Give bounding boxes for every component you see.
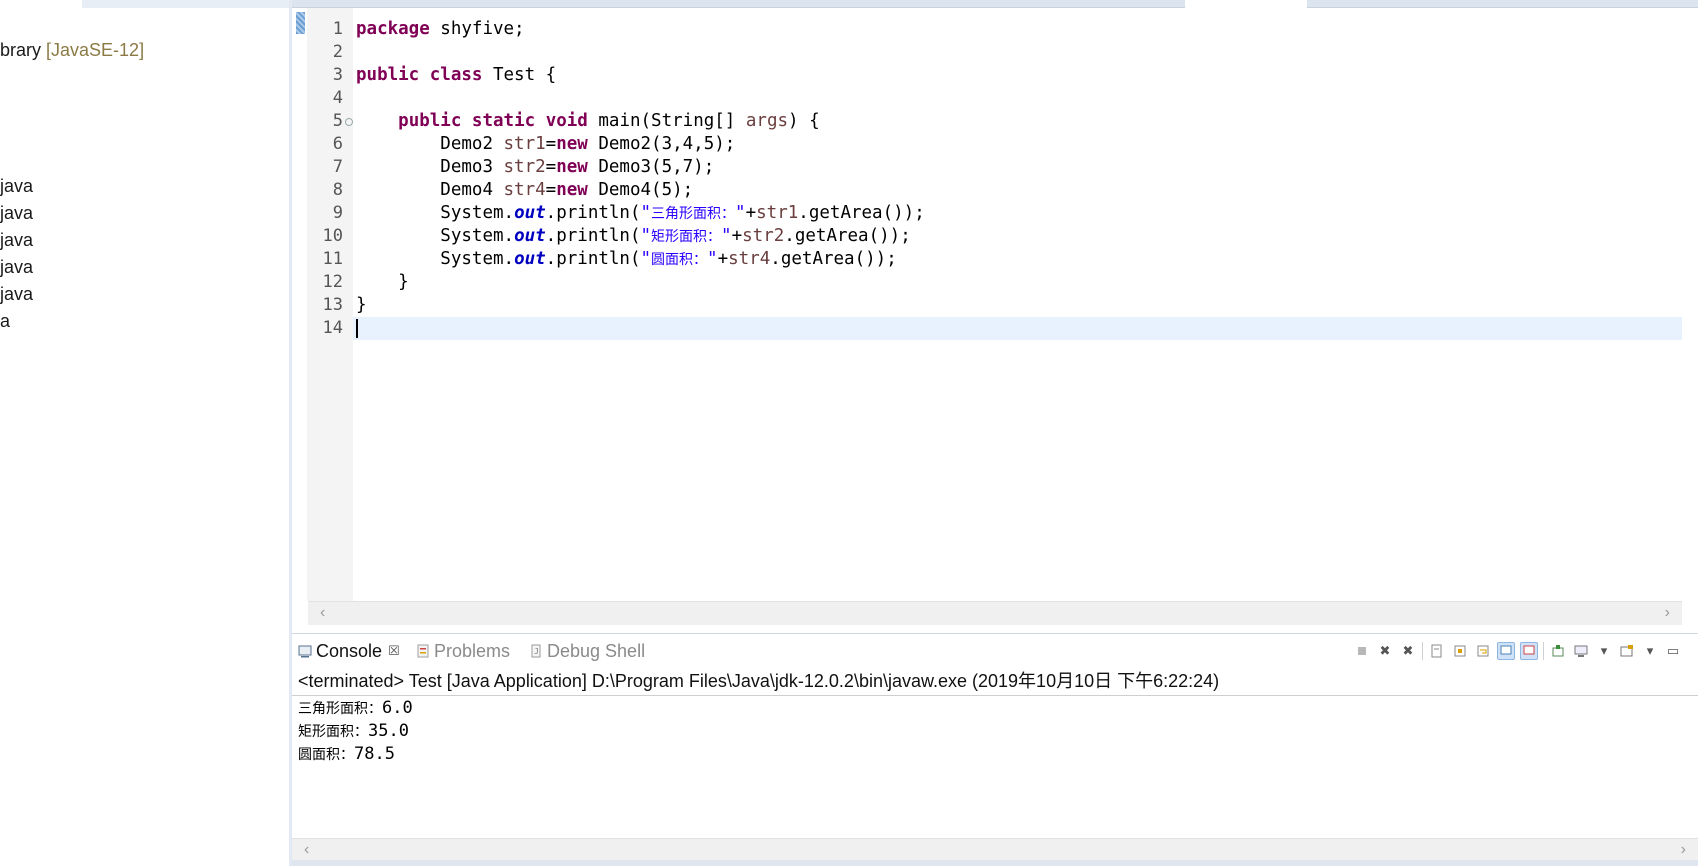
display-selected-console-icon[interactable] [1572,642,1590,660]
tab-debug-shell[interactable]: J Debug Shell [529,640,645,662]
minimize-icon[interactable]: ▭ [1664,642,1682,660]
status-bar [292,860,1698,866]
launch-status: <terminated> Test [Java Application] D:\… [298,671,1220,691]
terminate-icon[interactable] [1353,642,1371,660]
show-on-stdout-icon[interactable] [1497,642,1515,660]
tab-console[interactable]: Console ☒ [298,640,400,662]
problems-icon [417,644,429,658]
line-number: 8 [332,180,343,200]
code-line: System.out.println("矩形面积："+str2.getArea(… [440,226,911,246]
tree-item-jre-library[interactable]: brary [JavaSE-12] [0,39,144,61]
console-toolbar: ✖ ✖ ▾ ▾ ▭ [1353,640,1682,662]
scroll-left-icon[interactable]: ‹ [304,841,309,859]
code-line: } [356,272,409,292]
clear-console-icon[interactable] [1428,642,1446,660]
scroll-left-icon[interactable]: ‹ [320,604,325,622]
toolbar-separator [1543,642,1544,660]
explorer-tab[interactable] [0,0,82,8]
tab-problems[interactable]: Problems [416,640,510,662]
code-line: public class Test { [356,65,557,85]
toolbar-separator [1422,642,1423,660]
scroll-right-icon[interactable]: › [1681,841,1686,859]
chevron-down-icon[interactable]: ▾ [1595,642,1613,660]
code-area[interactable]: package shyfive; public class Test { pub… [353,8,1682,601]
svg-text:J: J [534,647,539,656]
line-number: 12 [322,272,343,292]
package-explorer: brary [JavaSE-12] java java java java ja… [0,0,289,866]
code-line: public static void main(String[] args) { [398,111,820,131]
line-number: 3 [332,65,343,85]
output-line: 圆面积：78.5 [298,744,395,764]
current-line [353,317,1682,340]
output-line: 矩形面积：35.0 [298,721,409,741]
close-icon[interactable]: ☒ [388,640,400,662]
occurrence-marker[interactable] [296,12,305,34]
line-number: 4 [332,88,343,108]
line-number-gutter: 1 2 3 4 5 6 7 8 9 10 11 12 13 14 [307,8,353,601]
console-output[interactable]: <terminated> Test [Java Application] D:\… [292,667,1698,838]
line-number: 7 [332,157,343,177]
code-line: System.out.println("三角形面积："+str1.getArea… [440,203,925,223]
status-divider [292,695,1698,696]
line-number: 2 [332,42,343,62]
editor-tab-active[interactable] [1185,0,1307,8]
line-number: 9 [332,203,343,223]
tree-item-file[interactable]: a [0,310,10,332]
editor-horizontal-scrollbar[interactable]: ‹ › [308,601,1682,625]
tree-item-file[interactable]: java [0,202,33,224]
line-number: 10 [322,226,343,246]
open-console-icon[interactable] [1618,642,1636,660]
line-number: 1 [332,19,343,39]
code-line: Demo3 str2=new Demo3(5,7); [440,157,715,177]
code-line: Demo4 str4=new Demo4(5); [440,180,694,200]
chevron-down-icon[interactable]: ▾ [1641,642,1659,660]
scroll-lock-icon[interactable] [1451,642,1469,660]
fold-collapse-icon[interactable] [345,118,353,126]
debug-shell-icon: J [531,644,541,658]
editor-tab-strip [292,0,1698,8]
console-view-header: Console ☒ Problems J Debug Shell ✖ ✖ ▾ ▾ [292,633,1698,667]
scroll-right-icon[interactable]: › [1665,604,1670,622]
editor-vertical-scrollbar[interactable] [1682,8,1698,625]
line-number: 11 [322,249,343,269]
remove-all-terminated-icon[interactable]: ✖ [1399,642,1417,660]
tree-item-file[interactable]: java [0,175,33,197]
line-number: 5 [332,111,343,131]
line-number: 14 [322,318,343,338]
code-line: package shyfive; [356,19,525,39]
line-number: 6 [332,134,343,154]
code-line: } [356,295,367,315]
output-line: 三角形面积：6.0 [298,698,413,718]
code-editor[interactable]: 1 2 3 4 5 6 7 8 9 10 11 12 13 14 package… [292,8,1682,601]
text-caret [356,319,358,338]
pin-console-icon[interactable] [1549,642,1567,660]
explorer-tab-strip [0,0,289,8]
console-horizontal-scrollbar[interactable]: ‹ › [292,838,1698,860]
overview-ruler [292,8,307,601]
tree-item-file[interactable]: java [0,256,33,278]
word-wrap-icon[interactable] [1474,642,1492,660]
tree-item-file[interactable]: java [0,229,33,251]
remove-launch-icon[interactable]: ✖ [1376,642,1394,660]
code-line: System.out.println("圆面积："+str4.getArea()… [440,249,897,269]
code-line: Demo2 str1=new Demo2(3,4,5); [440,134,736,154]
line-number: 13 [322,295,343,315]
tree-item-file[interactable]: java [0,283,33,305]
show-on-stderr-icon[interactable] [1520,642,1538,660]
console-icon [298,645,312,658]
